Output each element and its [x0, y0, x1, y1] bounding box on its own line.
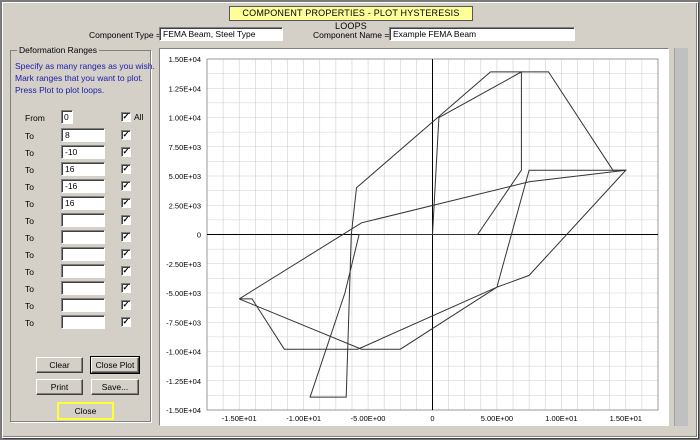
close-plot-button[interactable]: Close Plot [90, 356, 140, 374]
window-title: COMPONENT PROPERTIES - PLOT HYSTERESIS L… [229, 6, 473, 31]
range-field-7[interactable] [61, 230, 105, 244]
all-label: All [134, 112, 144, 122]
range-field-2[interactable]: -10 [61, 145, 105, 159]
range-field-4[interactable]: -16 [61, 179, 105, 193]
instruction-line: Specify as many ranges as you wish. [15, 61, 155, 71]
y-tick-label: -1.25E+04 [166, 377, 201, 386]
range-checkbox-2[interactable] [121, 147, 131, 157]
x-tick-label: 1.50E+01 [610, 414, 642, 423]
y-tick-label: -1.00E+04 [166, 348, 201, 357]
range-checkbox-5[interactable] [121, 198, 131, 208]
range-checkbox-8[interactable] [121, 249, 131, 259]
close-button[interactable]: Close [57, 402, 114, 420]
range-checkbox-4[interactable] [121, 181, 131, 191]
deformation-ranges-title: Deformation Ranges [17, 45, 99, 56]
y-tick-label: 7.50E+03 [169, 143, 201, 152]
from-field[interactable]: 0 [61, 110, 73, 124]
instruction-line: Press Plot to plot loops. [15, 85, 105, 95]
range-checkbox-10[interactable] [121, 283, 131, 293]
save-button[interactable]: Save... [91, 379, 139, 395]
range-field-11[interactable] [61, 298, 105, 312]
x-tick-label: -1.50E+01 [222, 414, 257, 423]
to-label: To [25, 199, 34, 209]
range-field-3[interactable]: 16 [61, 162, 105, 176]
to-label: To [25, 267, 34, 277]
component-name-field[interactable]: Example FEMA Beam [389, 27, 575, 41]
instruction-line: Mark ranges that you want to plot. [15, 73, 144, 83]
to-label: To [25, 131, 34, 141]
x-tick-label: 0 [430, 414, 434, 423]
range-checkbox-6[interactable] [121, 215, 131, 225]
x-tick-label: -1.00E+01 [286, 414, 321, 423]
x-tick-label: 1.00E+01 [545, 414, 577, 423]
from-label: From [25, 113, 45, 123]
to-label: To [25, 233, 34, 243]
to-label: To [25, 301, 34, 311]
range-checkbox-1[interactable] [121, 130, 131, 140]
to-label: To [25, 250, 34, 260]
range-field-9[interactable] [61, 264, 105, 278]
print-button[interactable]: Print [36, 379, 83, 395]
range-field-1[interactable]: 8 [61, 128, 105, 142]
range-checkbox-7[interactable] [121, 232, 131, 242]
range-field-5[interactable]: 16 [61, 196, 105, 210]
vertical-scrollbar[interactable] [674, 48, 688, 426]
hysteresis-chart-svg: 1.50E+04 1.25E+04 1.00E+04 7.50E+03 5.00E+03… [166, 55, 659, 423]
y-tick-label: -7.50E+03 [166, 318, 201, 327]
to-label: To [25, 284, 34, 294]
component-properties-window: COMPONENT PROPERTIES - PLOT HYSTERESIS L… [2, 2, 698, 438]
x-tick-label: -5.00E+00 [351, 414, 386, 423]
x-tick-label: 5.00E+00 [481, 414, 513, 423]
y-tick-label: 1.50E+04 [169, 55, 201, 64]
range-field-12[interactable] [61, 315, 105, 329]
y-tick-label: 1.25E+04 [169, 84, 201, 93]
hysteresis-plot: 1.50E+04 1.25E+04 1.00E+04 7.50E+03 5.00E+03… [159, 48, 669, 426]
all-checkbox[interactable] [121, 112, 131, 122]
range-checkbox-11[interactable] [121, 300, 131, 310]
y-tick-label: -5.00E+03 [166, 289, 201, 298]
to-label: To [25, 148, 34, 158]
component-type-label: Component Type = [89, 30, 161, 40]
range-field-8[interactable] [61, 247, 105, 261]
y-tick-label: 2.50E+03 [169, 201, 201, 210]
component-type-field[interactable]: FEMA Beam, Steel Type [159, 27, 283, 41]
to-label: To [25, 216, 34, 226]
range-field-6[interactable] [61, 213, 105, 227]
to-label: To [25, 165, 34, 175]
to-label: To [25, 318, 34, 328]
y-tick-label: 0 [197, 231, 201, 240]
range-checkbox-3[interactable] [121, 164, 131, 174]
instructions: Specify as many ranges as you wish. Mark… [15, 60, 155, 96]
range-checkbox-9[interactable] [121, 266, 131, 276]
y-tick-label: 5.00E+03 [169, 172, 201, 181]
range-checkbox-12[interactable] [121, 317, 131, 327]
y-tick-label: -1.50E+04 [166, 406, 201, 415]
to-label: To [25, 182, 34, 192]
y-tick-label: 1.00E+04 [169, 114, 201, 123]
range-field-10[interactable] [61, 281, 105, 295]
y-tick-label: -2.50E+03 [166, 260, 201, 269]
clear-button[interactable]: Clear [36, 357, 83, 373]
component-name-label: Component Name = [313, 30, 390, 40]
